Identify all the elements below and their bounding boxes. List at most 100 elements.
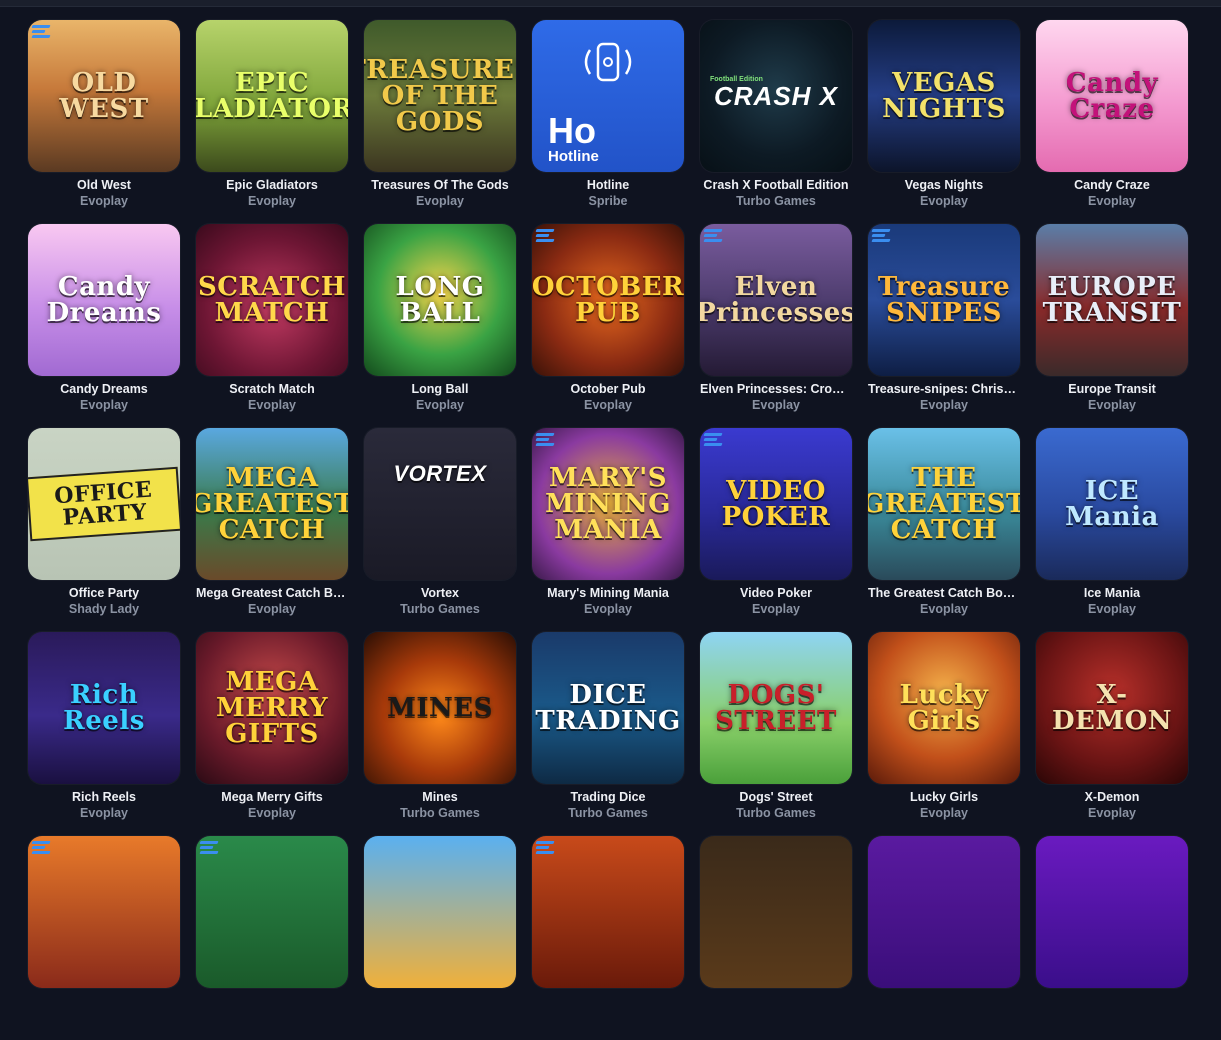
game-title[interactable]: Elven Princesses: Crown Quest	[700, 382, 852, 396]
game-thumbnail[interactable]: VORTEX	[364, 428, 516, 580]
game-tile[interactable]: X-DEMON X-Demon Evoplay	[1036, 632, 1188, 836]
game-tile[interactable]: VIDEO POKER Video Poker Evoplay	[700, 428, 852, 632]
game-thumbnail[interactable]	[1036, 836, 1188, 988]
game-thumbnail[interactable]: LONG BALL	[364, 224, 516, 376]
game-tile[interactable]: SCRATCH MATCH Scratch Match Evoplay	[196, 224, 348, 428]
game-tile[interactable]: VEGAS NIGHTS Vegas Nights Evoplay	[868, 20, 1020, 224]
game-thumbnail[interactable]: Lucky Girls	[868, 632, 1020, 784]
game-thumbnail[interactable]: Treasure SNIPES	[868, 224, 1020, 376]
game-tile[interactable]	[1036, 836, 1188, 1040]
game-thumbnail[interactable]: MINES	[364, 632, 516, 784]
game-thumbnail[interactable]: OFFICE PARTY	[28, 428, 180, 580]
game-tile[interactable]: OLD WEST Old West Evoplay	[28, 20, 180, 224]
game-thumbnail[interactable]: TREASURES OF THE GODS	[364, 20, 516, 172]
game-thumbnail[interactable]: MEGA MERRY GIFTS	[196, 632, 348, 784]
game-thumbnail[interactable]: Candy Dreams	[28, 224, 180, 376]
game-title[interactable]: Office Party	[28, 586, 180, 600]
game-thumbnail[interactable]	[868, 836, 1020, 988]
game-thumbnail[interactable]: SCRATCH MATCH	[196, 224, 348, 376]
game-title[interactable]: October Pub	[532, 382, 684, 396]
game-thumbnail[interactable]	[532, 836, 684, 988]
game-title[interactable]: Mega Greatest Catch Bonus Buy	[196, 586, 348, 600]
game-thumbnail[interactable]: ICE Mania	[1036, 428, 1188, 580]
game-thumbnail[interactable]: OLD WEST	[28, 20, 180, 172]
game-title[interactable]: Vegas Nights	[868, 178, 1020, 192]
game-title[interactable]: Treasure-snipes: Christmas	[868, 382, 1020, 396]
game-thumbnail[interactable]: Candy Craze	[1036, 20, 1188, 172]
game-tile[interactable]: Lucky Girls Lucky Girls Evoplay	[868, 632, 1020, 836]
game-tile[interactable]: Candy Craze Candy Craze Evoplay	[1036, 20, 1188, 224]
game-thumbnail[interactable]	[196, 836, 348, 988]
game-tile[interactable]: MARY'S MINING MANIA Mary's Mining Mania Ev…	[532, 428, 684, 632]
game-title[interactable]: Hotline	[532, 178, 684, 192]
game-tile[interactable]: MINES Mines Turbo Games	[364, 632, 516, 836]
game-tile[interactable]: TREASURES OF THE GODS Treasures Of The Go…	[364, 20, 516, 224]
game-title[interactable]: Vortex	[364, 586, 516, 600]
game-tile[interactable]: Ho Hotline Hotline Spribe	[532, 20, 684, 224]
game-title[interactable]: X-Demon	[1036, 790, 1188, 804]
game-tile[interactable]: VORTEX Vortex Turbo Games	[364, 428, 516, 632]
game-title[interactable]: Rich Reels	[28, 790, 180, 804]
game-title[interactable]: Mines	[364, 790, 516, 804]
game-tile[interactable]	[700, 836, 852, 1040]
game-tile[interactable]: LONG BALL Long Ball Evoplay	[364, 224, 516, 428]
game-thumbnail[interactable]: Rich Reels	[28, 632, 180, 784]
game-tile[interactable]: Elven Princesses Elven Princesses: Crown …	[700, 224, 852, 428]
game-tile[interactable]: DICE TRADING Trading Dice Turbo Games	[532, 632, 684, 836]
game-title[interactable]: Long Ball	[364, 382, 516, 396]
game-tile[interactable]	[532, 836, 684, 1040]
game-tile[interactable]: OFFICE PARTY Office Party Shady Lady	[28, 428, 180, 632]
game-thumbnail[interactable]: DICE TRADING	[532, 632, 684, 784]
game-thumbnail[interactable]: MEGA GREATEST CATCH	[196, 428, 348, 580]
game-tile[interactable]: Football Edition CRASH X Crash X Football …	[700, 20, 852, 224]
game-title[interactable]: Lucky Girls	[868, 790, 1020, 804]
game-thumbnail[interactable]: OCTOBER PUB	[532, 224, 684, 376]
game-title[interactable]: Candy Craze	[1036, 178, 1188, 192]
game-title[interactable]: Epic Gladiators	[196, 178, 348, 192]
game-tile[interactable]: Candy Dreams Candy Dreams Evoplay	[28, 224, 180, 428]
game-thumbnail[interactable]	[700, 836, 852, 988]
game-title[interactable]: Scratch Match	[196, 382, 348, 396]
game-tile[interactable]: MEGA GREATEST CATCH Mega Greatest Catch B…	[196, 428, 348, 632]
game-title[interactable]: Candy Dreams	[28, 382, 180, 396]
game-thumbnail[interactable]: THE GREATEST CATCH	[868, 428, 1020, 580]
game-tile[interactable]: Rich Reels Rich Reels Evoplay	[28, 632, 180, 836]
game-title[interactable]: Europe Transit	[1036, 382, 1188, 396]
game-thumbnail[interactable]	[364, 836, 516, 988]
game-thumbnail[interactable]: EPIC GLADIATORS	[196, 20, 348, 172]
game-tile[interactable]: THE GREATEST CATCH The Greatest Catch Bon…	[868, 428, 1020, 632]
game-art-title: SCRATCH MATCH	[198, 272, 346, 328]
game-title[interactable]: Mega Merry Gifts	[196, 790, 348, 804]
game-title[interactable]: Dogs' Street	[700, 790, 852, 804]
game-thumbnail[interactable]: VEGAS NIGHTS	[868, 20, 1020, 172]
game-thumbnail[interactable]: EUROPE TRANSIT	[1036, 224, 1188, 376]
game-tile[interactable]	[868, 836, 1020, 1040]
game-thumbnail[interactable]: VIDEO POKER	[700, 428, 852, 580]
game-tile[interactable]: EPIC GLADIATORS Epic Gladiators Evoplay	[196, 20, 348, 224]
game-thumbnail[interactable]	[28, 836, 180, 988]
game-title[interactable]: The Greatest Catch Bonus Buy	[868, 586, 1020, 600]
game-tile[interactable]: OCTOBER PUB October Pub Evoplay	[532, 224, 684, 428]
game-title[interactable]: Old West	[28, 178, 180, 192]
game-thumbnail[interactable]: Ho Hotline	[532, 20, 684, 172]
game-title[interactable]: Treasures Of The Gods	[364, 178, 516, 192]
game-tile[interactable]: Treasure SNIPES Treasure-snipes: Christma…	[868, 224, 1020, 428]
game-tile[interactable]	[364, 836, 516, 1040]
game-thumbnail[interactable]: DOGS' STREET	[700, 632, 852, 784]
game-tile[interactable]: DOGS' STREET Dogs' Street Turbo Games	[700, 632, 852, 836]
game-title[interactable]: Trading Dice	[532, 790, 684, 804]
game-art-title: LONG BALL	[395, 272, 485, 328]
game-tile[interactable]: MEGA MERRY GIFTS Mega Merry Gifts Evoplay	[196, 632, 348, 836]
game-tile[interactable]: ICE Mania Ice Mania Evoplay	[1036, 428, 1188, 632]
game-title[interactable]: Video Poker	[700, 586, 852, 600]
game-tile[interactable]: EUROPE TRANSIT Europe Transit Evoplay	[1036, 224, 1188, 428]
game-thumbnail[interactable]: MARY'S MINING MANIA	[532, 428, 684, 580]
game-thumbnail[interactable]: X-DEMON	[1036, 632, 1188, 784]
game-tile[interactable]	[196, 836, 348, 1040]
game-title[interactable]: Mary's Mining Mania	[532, 586, 684, 600]
game-thumbnail[interactable]: Football Edition CRASH X	[700, 20, 852, 172]
game-title[interactable]: Crash X Football Edition	[700, 178, 852, 192]
game-title[interactable]: Ice Mania	[1036, 586, 1188, 600]
game-tile[interactable]	[28, 836, 180, 1040]
game-thumbnail[interactable]: Elven Princesses	[700, 224, 852, 376]
